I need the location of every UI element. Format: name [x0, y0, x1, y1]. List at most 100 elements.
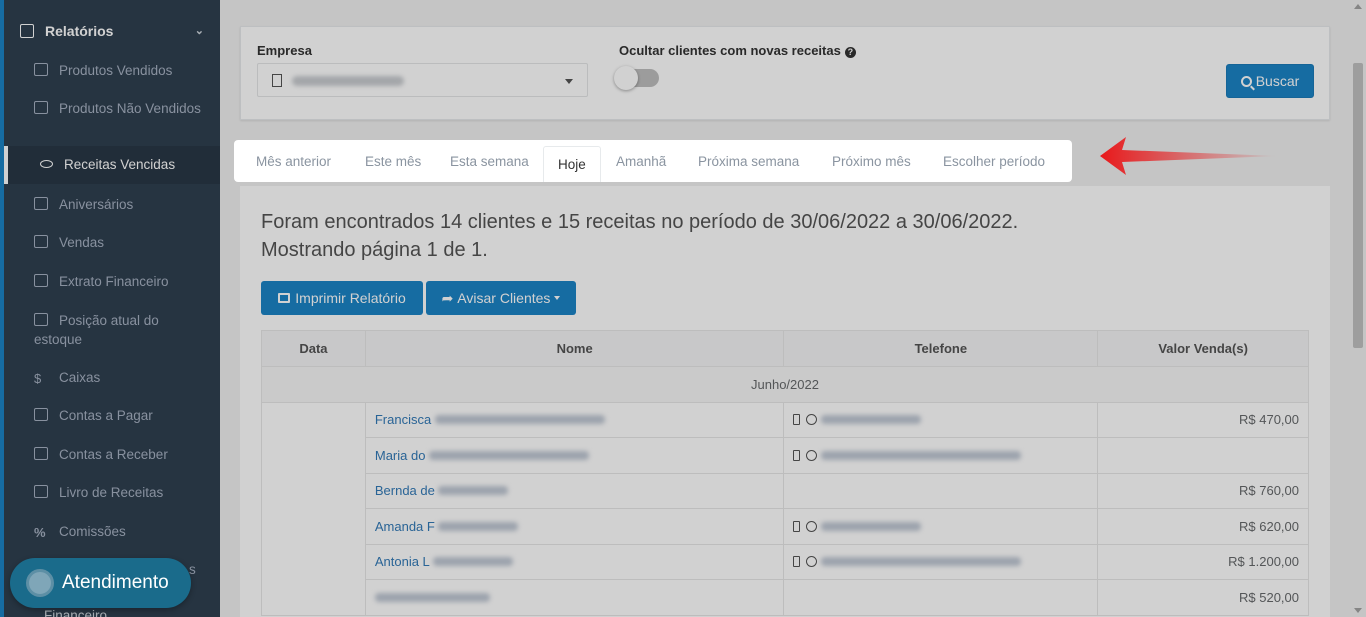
date-cell	[261, 401, 366, 616]
results-panel: Foram encontrados 14 clientes e 15 recei…	[240, 186, 1330, 617]
tab-escolher-periodo[interactable]: Escolher período	[943, 154, 1045, 169]
print-report-button[interactable]: Imprimir Relatório	[261, 281, 423, 315]
basket-icon	[34, 235, 48, 248]
chat-icon	[26, 569, 54, 597]
sidebar-item-label: Produtos Vendidos	[59, 63, 173, 78]
notify-clients-button[interactable]: ➦ Avisar Clientes	[426, 281, 576, 315]
whatsapp-icon[interactable]	[806, 449, 818, 461]
sale-value: R$ 760,00	[1097, 472, 1309, 509]
ocultar-label-text: Ocultar clientes com novas receitas	[619, 43, 841, 58]
help-icon[interactable]: ?	[844, 47, 856, 58]
sidebar-item-label: Vendas	[59, 235, 105, 250]
money-icon	[34, 274, 48, 287]
sidebar: Relatórios ⌄ Produtos Vendidos Produtos …	[0, 0, 220, 617]
client-name-text[interactable]: Francisca	[375, 412, 431, 427]
month-group-row: Junho/2022	[261, 366, 1309, 403]
col-header-data[interactable]: Data	[261, 330, 366, 367]
calendar-x-icon	[34, 101, 48, 114]
sidebar-section-relatorios[interactable]: Relatórios ⌄	[4, 12, 220, 50]
sidebar-item-comissoes[interactable]: % Comissões	[4, 522, 220, 541]
filter-panel: Empresa Ocultar clientes com novas recei…	[240, 26, 1330, 120]
redacted-text	[374, 592, 490, 602]
sidebar-item-label: Contas a Receber	[59, 447, 168, 462]
atendimento-chat-button[interactable]: Atendimento	[10, 558, 191, 608]
reports-icon	[20, 24, 34, 38]
client-name-text[interactable]: Amanda F	[375, 519, 435, 534]
whatsapp-icon[interactable]	[806, 556, 818, 568]
client-name[interactable]: Bernda de	[364, 472, 785, 509]
tab-mes-anterior[interactable]: Mês anterior	[256, 154, 331, 169]
client-name[interactable]: Francisca	[364, 401, 785, 438]
redacted-phone	[821, 415, 922, 425]
sidebar-item-label: Livro de Receitas	[59, 485, 164, 500]
table-row: Maria do	[262, 437, 1309, 474]
tab-hoje[interactable]: Hoje	[543, 146, 601, 182]
scrollbar-thumb[interactable]	[1353, 63, 1363, 348]
empresa-select[interactable]	[257, 63, 588, 97]
client-name-text[interactable]: Antonia L	[375, 554, 429, 569]
ocultar-toggle[interactable]	[614, 66, 659, 90]
buscar-label: Buscar	[1255, 73, 1300, 89]
sidebar-item-produtos-vendidos[interactable]: Produtos Vendidos	[4, 61, 220, 80]
sidebar-item-aniversarios[interactable]: Aniversários	[4, 195, 220, 214]
sale-value: R$ 520,00	[1097, 579, 1309, 616]
sidebar-item-receitas-vencidas[interactable]: Receitas Vencidas	[4, 146, 220, 184]
sidebar-item-label: Comissões	[59, 524, 126, 539]
tab-este-mes[interactable]: Este mês	[365, 154, 421, 169]
sidebar-item-posicao-estoque[interactable]: Posição atual do estoque	[4, 311, 220, 349]
sidebar-item-label: Financeiro	[44, 608, 108, 617]
whatsapp-icon[interactable]	[806, 520, 818, 532]
sidebar-item-label: Extrato Financeiro	[59, 274, 169, 289]
sidebar-item-label: Produtos Não Vendidos	[59, 101, 201, 116]
client-name[interactable]: Antonia L	[364, 543, 785, 580]
buscar-button[interactable]: Buscar	[1226, 64, 1314, 98]
line-chart-icon	[34, 447, 48, 460]
sidebar-item-vendas[interactable]: Vendas	[4, 233, 220, 252]
empresa-value-redacted	[292, 76, 404, 86]
dollar-icon: $	[34, 371, 42, 386]
sidebar-item-label: Receitas Vencidas	[64, 157, 176, 172]
sidebar-item-caixas[interactable]: $ Caixas	[4, 368, 220, 387]
results-summary: Foram encontrados 14 clientes e 15 recei…	[261, 208, 1018, 264]
client-name[interactable]: Amanda F	[364, 508, 785, 545]
sidebar-item-label: s	[189, 562, 196, 577]
document-icon	[34, 313, 48, 326]
tab-proxima-semana[interactable]: Próxima semana	[698, 154, 799, 169]
tab-amanha[interactable]: Amanhã	[616, 154, 666, 169]
chat-label: Atendimento	[62, 572, 169, 593]
sidebar-item-livro-receitas[interactable]: Livro de Receitas	[4, 483, 220, 502]
building-icon	[272, 74, 282, 87]
percent-icon: %	[34, 525, 46, 540]
mobile-icon	[793, 449, 801, 461]
sidebar-item-extrato-financeiro[interactable]: Extrato Financeiro	[4, 272, 220, 291]
tab-esta-semana[interactable]: Esta semana	[450, 154, 529, 169]
col-header-valor[interactable]: Valor Venda(s)	[1097, 330, 1309, 367]
col-header-nome[interactable]: Nome	[364, 330, 785, 367]
redacted-text	[429, 450, 590, 460]
print-icon	[278, 293, 291, 303]
whatsapp-icon[interactable]	[806, 414, 818, 426]
mobile-icon	[793, 556, 801, 568]
scroll-down-icon[interactable]	[1354, 608, 1362, 613]
month-label: Junho/2022	[261, 366, 1309, 403]
redacted-text	[438, 521, 519, 531]
scroll-up-icon[interactable]	[1354, 4, 1362, 9]
phone-cell	[783, 437, 1099, 474]
caret-down-icon	[565, 79, 573, 84]
sidebar-item-produtos-nao-vendidos[interactable]: Produtos Não Vendidos	[4, 99, 220, 118]
page-scrollbar[interactable]	[1350, 0, 1366, 617]
client-name[interactable]	[364, 579, 785, 616]
sidebar-item-contas-receber[interactable]: Contas a Receber	[4, 445, 220, 464]
notify-label: Avisar Clientes	[457, 290, 551, 306]
sale-value	[1097, 437, 1309, 474]
tab-proximo-mes[interactable]: Próximo mês	[832, 154, 911, 169]
client-name-text[interactable]: Bernda de	[375, 483, 435, 498]
col-header-telefone[interactable]: Telefone	[783, 330, 1099, 367]
results-table: Data Nome Telefone Valor Venda(s) Junho/…	[261, 330, 1309, 616]
sidebar-item-label: Caixas	[59, 370, 101, 385]
caret-down-icon	[554, 296, 561, 300]
redacted-phone	[821, 521, 922, 531]
client-name-text[interactable]: Maria do	[375, 448, 426, 463]
client-name[interactable]: Maria do	[364, 437, 785, 474]
sidebar-item-contas-pagar[interactable]: Contas a Pagar	[4, 406, 220, 425]
